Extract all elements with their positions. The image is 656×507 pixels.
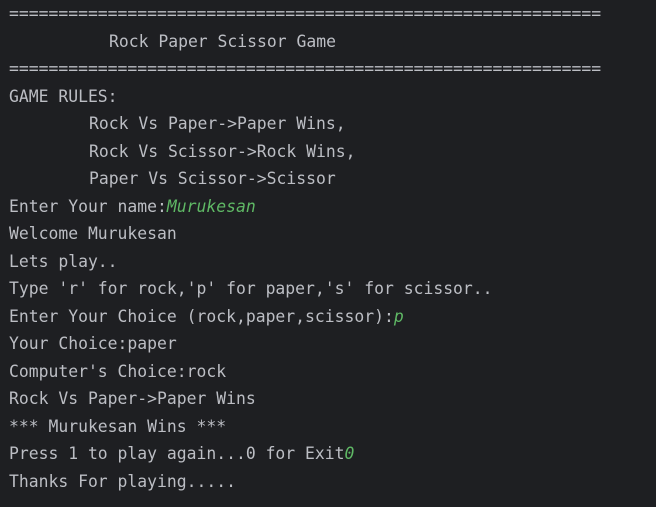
choice-input: p [393,306,404,326]
replay-prompt-line: Press 1 to play again...0 for Exit0 [9,440,656,468]
name-prompt: Enter Your name: [9,196,167,216]
winner-output: *** Murukesan Wins *** [9,416,227,436]
computer-choice-output: Computer's Choice:rock [9,361,227,381]
rule-text: Rock Vs Scissor->Rock Wins, [89,141,356,161]
game-title: Rock Paper Scissor Game [109,31,336,51]
rule-text: Paper Vs Scissor->Scissor [89,169,336,188]
separator-top: ========================================… [9,4,602,23]
separator-bottom: ========================================… [9,59,602,78]
rule-text: Rock Vs Paper->Paper Wins, [89,114,346,133]
lets-play-message: Lets play.. [9,251,118,271]
your-choice-output: Your Choice:paper [9,334,177,353]
welcome-message: Welcome Murukesan [9,224,177,243]
rule-line: Rock Vs Paper->Paper Wins, [9,110,656,138]
result-rule-output: Rock Vs Paper->Paper Wins [9,389,256,408]
replay-input: 0 [344,444,355,463]
rule-line: Rock Vs Scissor->Rock Wins, [9,138,656,166]
console-output[interactable]: ========================================… [0,0,656,507]
name-prompt-line: Enter Your name:Murukesan [9,193,656,221]
instructions-message: Type 'r' for rock,'p' for paper,'s' for … [9,279,493,298]
rule-line: Paper Vs Scissor->Scissor [9,165,656,193]
replay-prompt: Press 1 to play again...0 for Exit [9,444,345,463]
name-input: Murukesan [166,196,256,216]
choice-prompt-line: Enter Your Choice (rock,paper,scissor):p [9,303,656,331]
rules-header: GAME RULES: [9,86,118,106]
game-title-line: Rock Paper Scissor Game [9,28,656,56]
thanks-message: Thanks For playing..... [9,471,236,491]
choice-prompt: Enter Your Choice (rock,paper,scissor): [9,306,394,326]
